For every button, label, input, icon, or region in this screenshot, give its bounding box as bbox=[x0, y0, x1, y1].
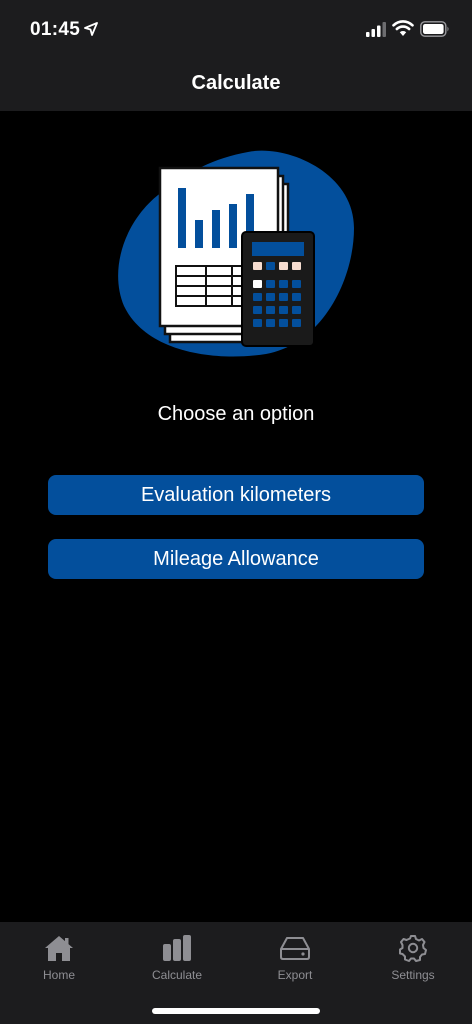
choose-option-prompt: Choose an option bbox=[157, 403, 315, 425]
tab-export[interactable]: Export bbox=[236, 922, 354, 992]
location-arrow-icon bbox=[84, 22, 98, 36]
cellular-signal-icon bbox=[366, 22, 386, 37]
navigation-bar: Calculate bbox=[0, 58, 472, 111]
status-bar: 01:45 bbox=[0, 0, 472, 58]
battery-icon bbox=[420, 21, 449, 37]
tab-home[interactable]: Home bbox=[0, 922, 118, 992]
tab-calculate[interactable]: Calculate bbox=[118, 922, 236, 992]
tab-settings[interactable]: Settings bbox=[354, 922, 472, 992]
home-indicator bbox=[152, 1008, 320, 1014]
report-calculator-illustration bbox=[118, 150, 354, 357]
bar-chart-icon bbox=[163, 935, 191, 961]
wifi-icon bbox=[392, 20, 414, 36]
tab-settings-label: Settings bbox=[391, 968, 435, 982]
mileage-allowance-button[interactable]: Mileage Allowance bbox=[48, 539, 424, 579]
evaluation-kilometers-button[interactable]: Evaluation kilometers bbox=[48, 475, 424, 515]
status-time: 01:45 bbox=[30, 19, 81, 40]
gear-icon bbox=[399, 935, 427, 962]
home-icon bbox=[45, 936, 73, 961]
page-title: Calculate bbox=[191, 72, 281, 94]
tab-calculate-label: Calculate bbox=[151, 968, 203, 982]
tab-home-label: Home bbox=[42, 968, 75, 982]
tab-bar: Home Calculate Export Settings bbox=[0, 922, 472, 1024]
drive-icon bbox=[280, 937, 310, 960]
tab-export-label: Export bbox=[277, 968, 313, 982]
